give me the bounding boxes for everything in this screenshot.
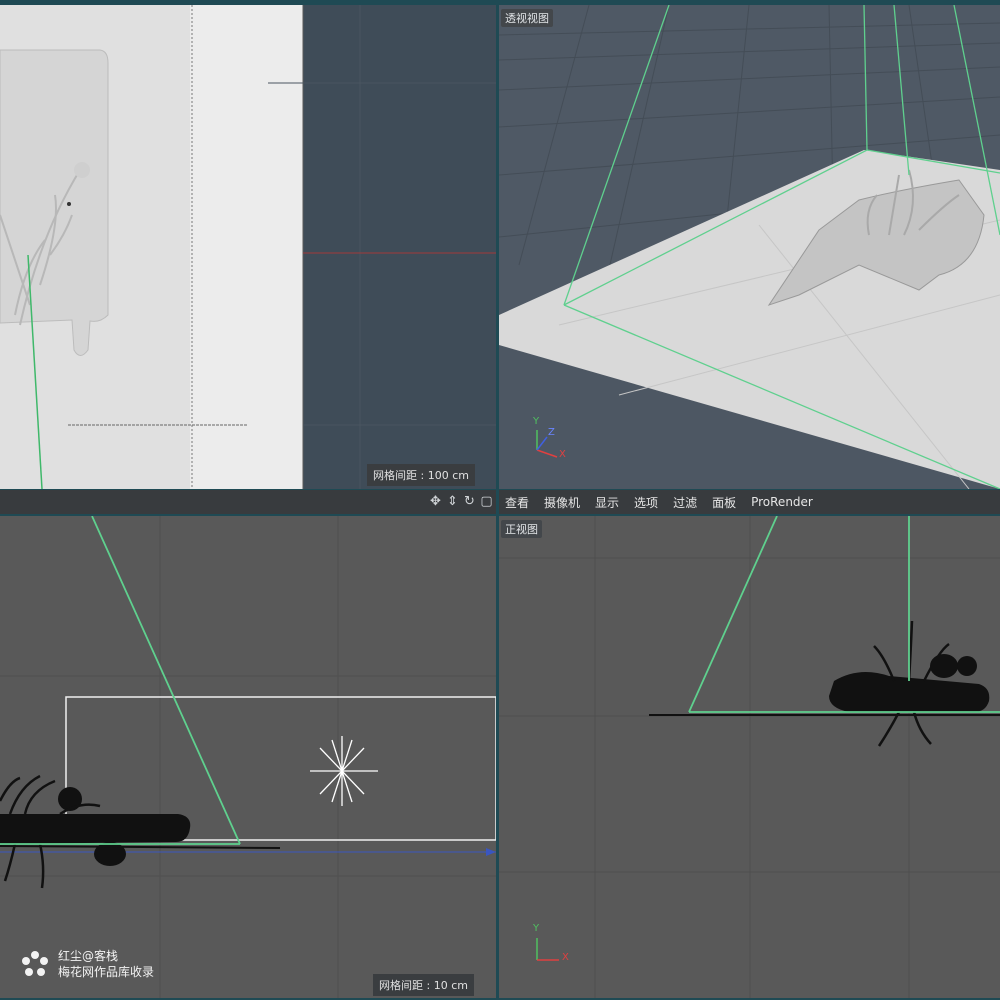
menu-panel[interactable]: 面板 — [712, 494, 736, 511]
viewport-top-left-scene — [0, 5, 496, 489]
axis-y-label: Y — [533, 416, 540, 427]
menu-display[interactable]: 显示 — [595, 494, 619, 511]
zoom-icon[interactable]: ⇕ — [445, 493, 460, 510]
maximize-icon[interactable]: ▢ — [479, 493, 494, 510]
viewport-grid — [499, 516, 1000, 998]
axis-y-label: Y — [533, 923, 540, 934]
viewport-perspective[interactable]: 透视视图 Y Z X — [499, 5, 1000, 489]
viewport-label: 正视图 — [501, 520, 542, 538]
viewport-menu-bar: 查看 摄像机 显示 选项 过滤 面板 ProRender — [499, 490, 1000, 514]
menu-view[interactable]: 查看 — [505, 494, 529, 511]
viewport-bar-left: ✥ ⇕ ↻ ▢ — [0, 490, 496, 514]
menu-camera[interactable]: 摄像机 — [544, 494, 580, 511]
viewport-top-left[interactable]: 网格间距 : 100 cm — [0, 5, 496, 489]
move-icon[interactable]: ✥ — [428, 493, 443, 510]
backdrop-side — [190, 5, 303, 489]
axis-x-label: X — [562, 952, 569, 963]
grid-spacing-readout: 网格间距 : 10 cm — [373, 974, 474, 996]
light-icon — [310, 736, 378, 806]
viewport-bottom-left-scene — [0, 516, 496, 998]
viewport-front[interactable]: 正视图 Y X — [499, 516, 1000, 998]
axis-x-label: X — [559, 449, 566, 460]
viewport-label: 透视视图 — [501, 9, 553, 27]
viewport-grid — [0, 516, 496, 998]
viewport-front-scene — [499, 516, 1000, 998]
grid-spacing-readout: 网格间距 : 100 cm — [367, 464, 475, 486]
viewport-perspective-scene — [499, 5, 1000, 489]
viewport-tools: ✥ ⇕ ↻ ▢ — [428, 493, 494, 510]
viewport-bottom-left[interactable]: 网格间距 : 10 cm — [0, 516, 496, 998]
menu-prorender[interactable]: ProRender — [751, 495, 813, 509]
menu-options[interactable]: 选项 — [634, 494, 658, 511]
watermark: 红尘@客栈 梅花网作品库收录 — [20, 948, 154, 980]
watermark-author: 红尘@客栈 — [58, 949, 119, 963]
plant-silhouette — [0, 774, 191, 889]
menu-filter[interactable]: 过滤 — [673, 494, 697, 511]
rotate-icon[interactable]: ↻ — [462, 493, 477, 510]
axis-z-label: Z — [548, 427, 555, 438]
flower-logo-icon — [22, 951, 48, 976]
watermark-source: 梅花网作品库收录 — [58, 965, 155, 979]
